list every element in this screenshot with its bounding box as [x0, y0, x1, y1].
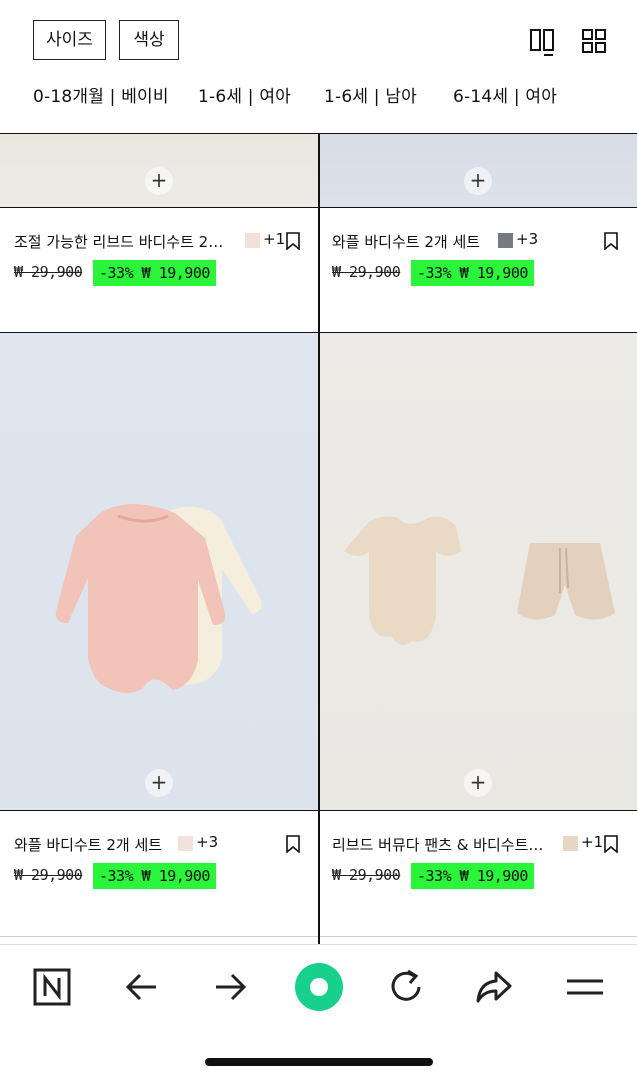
category-girl-1-6[interactable]: 1-6세 | 여아 — [198, 82, 291, 107]
bodysuit-set-illustration — [55, 504, 262, 693]
plus-icon[interactable]: + — [145, 769, 173, 797]
plus-icon[interactable]: + — [145, 167, 173, 195]
bodysuit-shorts-illustration — [344, 516, 615, 645]
original-price: ₩ 29,900 — [14, 263, 83, 281]
product-info[interactable]: 와플 바디수트 2개 세트 +3 ₩ 29,900 -33% ₩ 19,900 — [320, 208, 637, 332]
product-title[interactable]: 와플 바디수트 2개 세트 — [14, 834, 174, 855]
bookmark-icon[interactable] — [286, 835, 300, 853]
bookmark-icon[interactable] — [604, 835, 618, 853]
green-dot-icon[interactable] — [294, 962, 344, 1012]
view-two-column-icon[interactable] — [529, 28, 557, 56]
view-four-grid-icon[interactable] — [581, 28, 609, 56]
color-swatch[interactable] — [245, 233, 260, 248]
more-colors: +3 — [516, 230, 539, 248]
more-colors: +3 — [196, 833, 219, 851]
header: 사이즈 색상 0-18개월 | 베이비 1-6세 | 여아 1-6세 | 남아 … — [0, 0, 637, 134]
grid-column-divider — [318, 134, 320, 944]
product-title[interactable]: 와플 바디수트 2개 세트 — [332, 231, 502, 252]
original-price: ₩ 29,900 — [332, 263, 401, 281]
forward-arrow-icon[interactable] — [208, 965, 252, 1009]
product-info[interactable]: 와플 바디수트 2개 세트 +3 ₩ 29,900 -33% ₩ 19,900 — [0, 811, 318, 935]
category-girl-6-14[interactable]: 6-14세 | 여아 — [453, 82, 557, 107]
color-swatch[interactable] — [498, 233, 513, 248]
menu-icon[interactable] — [563, 965, 607, 1009]
plus-icon[interactable]: + — [464, 167, 492, 195]
size-filter-button[interactable]: 사이즈 — [33, 20, 106, 60]
more-colors: +1 — [581, 833, 604, 851]
product-info[interactable]: 리브드 버뮤다 팬츠 & 바디수트… +1 ₩ 29,900 -33% ₩ 19… — [320, 811, 637, 935]
sale-price-badge: -33% ₩ 19,900 — [411, 863, 534, 889]
home-indicator[interactable] — [205, 1058, 433, 1066]
bookmark-icon[interactable] — [604, 232, 618, 250]
product-title[interactable]: 조절 가능한 리브드 바디수트 2… — [14, 231, 236, 252]
product-title[interactable]: 리브드 버뮤다 팬츠 & 바디수트… — [332, 834, 554, 855]
sale-price-badge: -33% ₩ 19,900 — [411, 260, 534, 286]
plus-icon[interactable]: + — [464, 769, 492, 797]
category-baby[interactable]: 0-18개월 | 베이비 — [33, 82, 169, 107]
category-boy-1-6[interactable]: 1-6세 | 남아 — [324, 82, 417, 107]
product-image[interactable]: + — [0, 134, 318, 208]
bookmark-icon[interactable] — [286, 232, 300, 250]
more-colors: +1 — [263, 230, 286, 248]
share-icon[interactable] — [472, 965, 516, 1009]
sale-price-badge: -33% ₩ 19,900 — [93, 260, 216, 286]
product-info[interactable]: 조절 가능한 리브드 바디수트 2… +1 ₩ 29,900 -33% ₩ 19… — [0, 208, 318, 332]
color-filter-button[interactable]: 색상 — [119, 20, 179, 60]
refresh-icon[interactable] — [384, 965, 428, 1009]
color-swatch[interactable] — [178, 836, 193, 851]
color-swatch[interactable] — [563, 836, 578, 851]
original-price: ₩ 29,900 — [14, 866, 83, 884]
sale-price-badge: -33% ₩ 19,900 — [93, 863, 216, 889]
original-price: ₩ 29,900 — [332, 866, 401, 884]
product-image[interactable]: + — [320, 333, 637, 810]
product-image[interactable]: + — [320, 134, 637, 208]
back-arrow-icon[interactable] — [120, 965, 164, 1009]
product-image[interactable]: + — [0, 333, 318, 810]
category-row: 0-18개월 | 베이비 1-6세 | 여아 1-6세 | 남아 6-14세 |… — [33, 82, 637, 107]
naver-n-icon[interactable] — [30, 965, 74, 1009]
